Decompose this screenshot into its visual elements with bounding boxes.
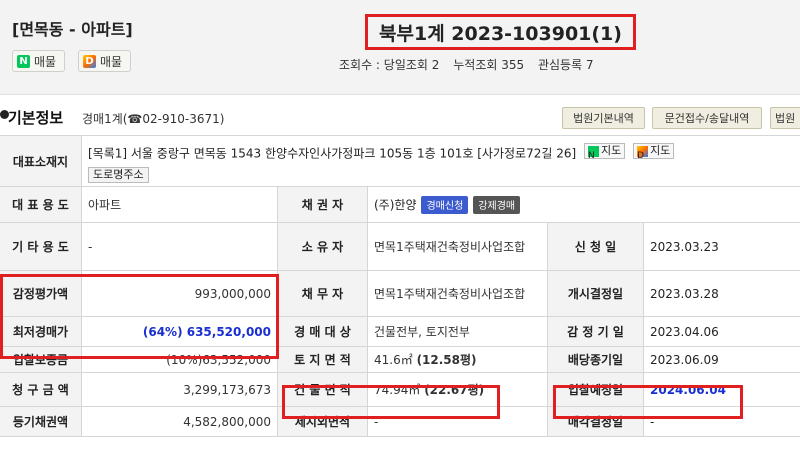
court-basic-details-button[interactable]: 법원기본내역 <box>562 107 645 129</box>
target-value: 건물전부, 토지전부 <box>368 317 548 346</box>
apply-date-value: 2023.03.23 <box>650 239 719 254</box>
owner-value: 면목1주택재건축정비사업조합 <box>368 223 548 270</box>
basic-info-section-header: 기본정보 경매1계(☎02-910-3671) 법원기본내역 문건접수/송달내역… <box>0 102 800 132</box>
land-area-value: 41.6㎡ <box>374 353 413 367</box>
naver-map-label: 지도 <box>600 144 622 157</box>
today-views: 조회수 : 당일조회 2 <box>339 58 440 72</box>
table-row: 대표소재지 [목록1] 서울 중랑구 면목동 1543 한양수자인사가정파크 1… <box>0 135 800 187</box>
naver-logo-icon: N <box>17 54 30 68</box>
daum-map-button[interactable]: D 지도 <box>633 143 675 161</box>
table-row: 기 타 용 도 - 소 유 자 면목1주택재건축정비사업조합 신 청 일 202… <box>0 223 800 271</box>
daum-logo-icon: D <box>83 54 96 68</box>
view-stats: 조회수 : 당일조회 2 누적조회 355 관심등록 7 <box>339 56 604 73</box>
land-area-pyeong: (12.58평) <box>416 353 477 367</box>
price-highlight-box <box>0 274 279 359</box>
registered-claim-label: 등기채권액 <box>0 407 82 436</box>
other-usage-value: - <box>82 223 278 270</box>
creditor-cell: (주)한양 경매신청 강제경매 <box>368 187 800 222</box>
total-views: 누적조회 355 <box>453 58 525 72</box>
bid-date-highlight-box <box>553 385 743 419</box>
start-decision-value: 2023.03.28 <box>650 286 719 301</box>
forced-auction-badge: 강제경매 <box>473 195 521 214</box>
target-label: 경 매 대 상 <box>278 317 368 346</box>
naver-listing-button[interactable]: N 매물 <box>12 50 66 72</box>
court-info: 경매1계(☎02-910-3671) <box>82 112 225 126</box>
document-delivery-button[interactable]: 문건접수/송달내역 <box>652 107 762 129</box>
watch-count: 관심등록 7 <box>537 58 594 72</box>
claim-value: 3,299,173,673 <box>82 373 278 406</box>
court-more-button[interactable]: 법원 <box>770 107 800 129</box>
start-decision-label: 개시결정일 <box>548 271 644 316</box>
table-row: 대 표 용 도 아파트 채 권 자 (주)한양 경매신청 강제경매 <box>0 187 800 223</box>
daum-map-label: 지도 <box>650 144 671 157</box>
appraisal-date-value: 2023.04.06 <box>650 324 719 339</box>
debtor-label: 채 무 자 <box>278 271 368 316</box>
land-area-label: 토 지 면 적 <box>278 347 368 372</box>
daum-logo-icon: D <box>637 145 649 161</box>
claim-label: 청 구 금 액 <box>0 373 82 406</box>
creditor-label: 채 권 자 <box>278 187 368 222</box>
owner-label: 소 유 자 <box>278 223 368 270</box>
address-cell: [목록1] 서울 중랑구 면목동 1543 한양수자인사가정파크 105동 1층… <box>82 136 800 186</box>
appraisal-date-label: 감 정 기 일 <box>548 317 644 346</box>
building-area-highlight-box <box>282 385 500 419</box>
creditor-value: (주)한양 <box>374 198 417 212</box>
dividend-value: 2023.06.09 <box>650 352 719 367</box>
road-address-button[interactable]: 도로명주소 <box>88 166 149 183</box>
usage-label: 대 표 용 도 <box>0 187 82 222</box>
debtor-value: 면목1주택재건축정비사업조합 <box>368 271 548 316</box>
naver-map-button[interactable]: N 지도 <box>583 143 626 161</box>
naver-logo-icon: N <box>587 145 599 161</box>
daum-listing-button[interactable]: D 매물 <box>78 50 132 72</box>
dividend-label: 배당종기일 <box>548 347 644 372</box>
section-title: 기본정보 <box>8 109 64 127</box>
location-title: [면목동 - 아파트] <box>12 20 133 39</box>
other-usage-label: 기 타 용 도 <box>0 223 82 270</box>
case-number: 북부1계 2023-103901(1) <box>365 14 636 50</box>
naver-listing-label: 매물 <box>34 54 57 69</box>
usage-value: 아파트 <box>82 187 278 222</box>
registered-claim-value: 4,582,800,000 <box>82 407 278 436</box>
case-header: [면목동 - 아파트] N 매물 D 매물 북부1계 2023-103901(1… <box>0 0 800 95</box>
daum-listing-label: 매물 <box>100 54 123 69</box>
address-value: [목록1] 서울 중랑구 면목동 1543 한양수자인사가정파크 105동 1층… <box>88 146 577 161</box>
apply-date-label: 신 청 일 <box>548 223 644 270</box>
land-area-cell: 41.6㎡ (12.58평) <box>368 347 548 372</box>
address-label: 대표소재지 <box>0 136 82 186</box>
auction-apply-badge: 경매신청 <box>421 195 469 214</box>
